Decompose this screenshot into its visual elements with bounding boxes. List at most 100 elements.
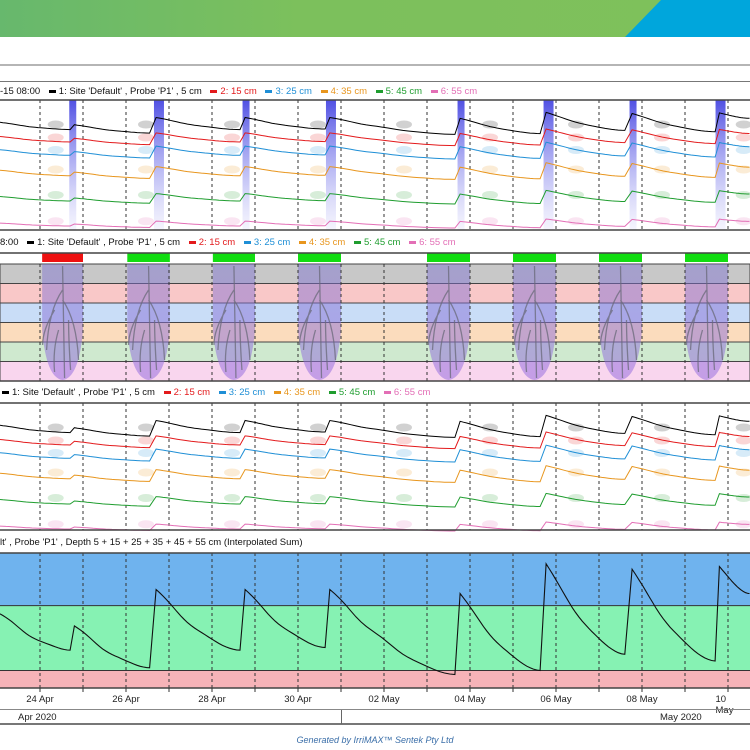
data-marker — [396, 449, 412, 457]
data-marker — [138, 520, 154, 529]
data-marker — [224, 468, 240, 477]
data-marker — [310, 494, 326, 502]
data-marker — [482, 436, 498, 445]
data-marker — [310, 449, 326, 457]
data-marker — [396, 436, 412, 445]
data-marker — [568, 494, 584, 502]
data-marker — [138, 120, 154, 129]
data-marker — [482, 423, 498, 432]
data-marker — [138, 423, 154, 432]
x-tick-label: 30 Apr — [284, 694, 312, 705]
depth-band-6 — [0, 361, 750, 382]
data-marker — [310, 423, 326, 432]
data-marker — [396, 423, 412, 432]
data-marker — [482, 120, 498, 129]
data-marker — [568, 436, 584, 445]
data-marker — [654, 133, 670, 142]
x-tick-label: 28 Apr — [198, 694, 226, 705]
irrigation-event-bar — [127, 253, 170, 262]
plot-background — [0, 403, 750, 530]
data-marker — [47, 165, 64, 174]
data-marker — [310, 468, 326, 477]
footer-credit: Generated by IrriMAX™ Sentek Pty Ltd — [296, 735, 454, 745]
irrigation-event-bar — [685, 253, 728, 262]
data-marker — [47, 468, 64, 477]
data-marker — [396, 146, 412, 154]
data-marker — [224, 217, 240, 226]
data-marker — [654, 468, 670, 477]
data-marker — [396, 191, 412, 199]
data-marker — [482, 494, 498, 502]
irrigation-event-bar — [42, 253, 83, 262]
x-tick-label: 24 Apr — [26, 694, 54, 705]
data-marker — [396, 217, 412, 226]
x-tick-label: 06 May — [540, 694, 572, 705]
charts — [0, 99, 750, 692]
data-marker — [47, 133, 64, 142]
data-marker — [310, 146, 326, 154]
data-marker — [568, 520, 584, 529]
month-divider — [341, 710, 342, 724]
data-marker — [310, 191, 326, 199]
data-marker — [224, 423, 240, 432]
data-marker — [568, 423, 584, 432]
full-point-zone — [0, 553, 750, 606]
month-label: May 2020 — [660, 712, 702, 723]
data-marker — [138, 217, 154, 226]
data-marker — [47, 217, 64, 226]
data-marker — [568, 468, 584, 477]
irrigation-shade — [629, 100, 637, 230]
x-tick-label: 04 May — [454, 694, 486, 705]
data-marker — [396, 468, 412, 477]
irrigation-event-bar — [599, 253, 642, 262]
data-marker — [138, 449, 154, 457]
data-marker — [654, 449, 670, 457]
data-marker — [482, 217, 498, 226]
data-marker — [654, 423, 670, 432]
data-marker — [568, 120, 584, 129]
data-marker — [138, 133, 154, 142]
data-marker — [224, 191, 240, 199]
data-marker — [224, 520, 240, 529]
data-marker — [482, 520, 498, 529]
irrigation-shade — [242, 100, 250, 230]
irrigation-event-bar — [298, 253, 341, 262]
data-marker — [482, 133, 498, 142]
data-marker — [568, 449, 584, 457]
data-marker — [138, 494, 154, 502]
data-marker — [396, 494, 412, 502]
data-marker — [47, 436, 64, 445]
data-marker — [47, 146, 64, 154]
data-marker — [396, 520, 412, 529]
x-tick-label: 02 May — [368, 694, 400, 705]
data-marker — [224, 146, 240, 154]
data-marker — [568, 146, 584, 154]
data-marker — [654, 120, 670, 129]
data-marker — [654, 436, 670, 445]
data-marker — [138, 191, 154, 199]
data-marker — [482, 146, 498, 154]
data-marker — [138, 436, 154, 445]
data-marker — [310, 436, 326, 445]
data-marker — [568, 191, 584, 199]
irrigation-event-bar — [513, 253, 556, 262]
data-marker — [482, 165, 498, 174]
data-marker — [310, 133, 326, 142]
irrigation-shade — [715, 100, 726, 230]
data-marker — [654, 217, 670, 226]
data-marker — [482, 449, 498, 457]
data-marker — [47, 494, 64, 502]
data-marker — [654, 146, 670, 154]
data-marker — [568, 133, 584, 142]
data-marker — [47, 449, 64, 457]
data-marker — [568, 165, 584, 174]
data-marker — [310, 165, 326, 174]
stress-zone — [0, 670, 750, 688]
data-marker — [138, 146, 154, 154]
data-marker — [654, 520, 670, 529]
data-marker — [224, 494, 240, 502]
x-tick-label: 08 May — [626, 694, 658, 705]
data-marker — [654, 165, 670, 174]
data-marker — [224, 120, 240, 129]
data-marker — [47, 120, 64, 129]
